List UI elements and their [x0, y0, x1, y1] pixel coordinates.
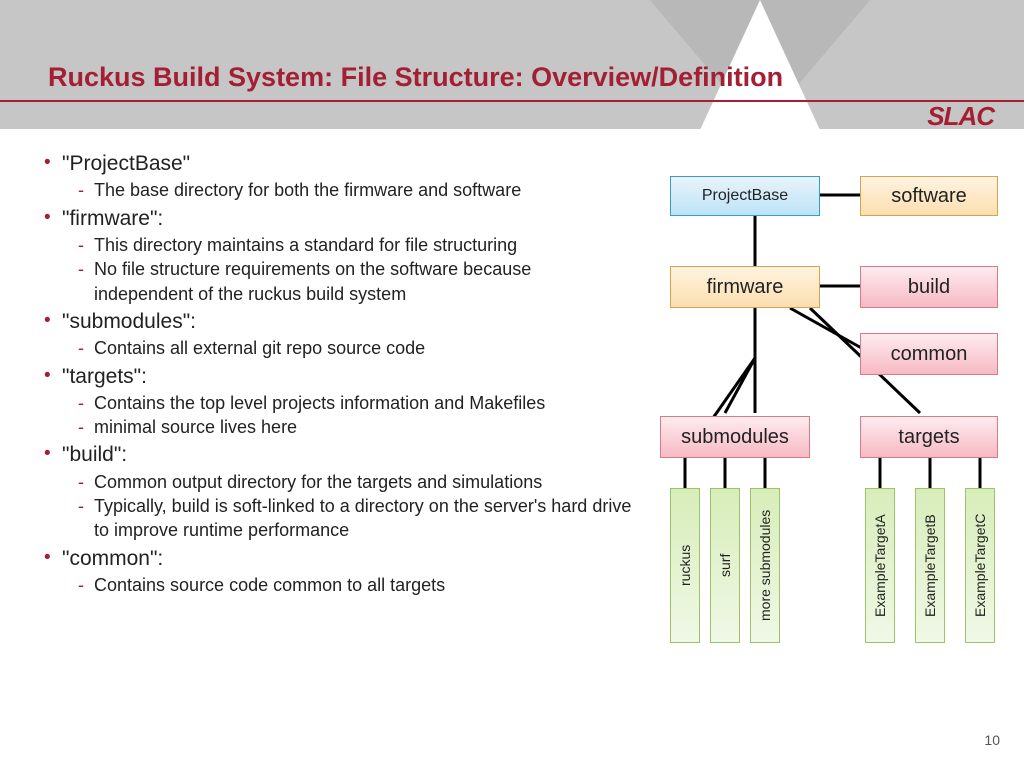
- bullet-term: "common":: [62, 547, 163, 570]
- node-ruckus: ruckus: [670, 488, 700, 643]
- node-targets: targets: [860, 416, 998, 458]
- bullet-item: "submodules": Contains all external git r…: [40, 308, 635, 361]
- bullet-sub: This directory maintains a standard for …: [76, 233, 635, 257]
- bullet-term: "ProjectBase": [62, 152, 190, 175]
- node-example-b: ExampleTargetB: [915, 488, 945, 643]
- node-submodules: submodules: [660, 416, 810, 458]
- file-structure-diagram: ProjectBase software firmware build comm…: [650, 168, 1010, 678]
- node-build: build: [860, 266, 998, 308]
- node-more-submodules: more submodules: [750, 488, 780, 643]
- bullet-sub: No file structure requirements on the so…: [76, 257, 635, 306]
- node-software: software: [860, 176, 998, 216]
- bullet-item: "build": Common output directory for the …: [40, 441, 635, 542]
- bullet-item: "ProjectBase" The base directory for both…: [40, 150, 635, 203]
- slide-title: Ruckus Build System: File Structure: Ove…: [48, 62, 783, 93]
- bullet-item: "targets": Contains the top level project…: [40, 363, 635, 440]
- node-firmware: firmware: [670, 266, 820, 308]
- title-underline: [0, 100, 1024, 102]
- bullet-term: "build":: [62, 443, 127, 466]
- bullet-sub: Typically, build is soft-linked to a dir…: [76, 494, 635, 543]
- bullet-term: "firmware":: [62, 207, 163, 230]
- bullet-sub: Contains all external git repo source co…: [76, 336, 635, 360]
- bullet-sub: Contains source code common to all targe…: [76, 573, 635, 597]
- bullet-content: "ProjectBase" The base directory for both…: [40, 150, 635, 599]
- bullet-sub: minimal source lives here: [76, 415, 635, 439]
- bullet-sub: Common output directory for the targets …: [76, 470, 635, 494]
- page-number: 10: [984, 732, 1000, 748]
- node-surf: surf: [710, 488, 740, 643]
- slac-logo: SLAC: [927, 101, 994, 132]
- bullet-sub: Contains the top level projects informat…: [76, 391, 635, 415]
- node-projectbase: ProjectBase: [670, 176, 820, 216]
- node-example-a: ExampleTargetA: [865, 488, 895, 643]
- bullet-sub: The base directory for both the firmware…: [76, 178, 635, 202]
- bullet-item: "firmware": This directory maintains a st…: [40, 205, 635, 306]
- bullet-term: "submodules":: [62, 310, 196, 333]
- bullet-term: "targets":: [62, 365, 147, 388]
- node-common: common: [860, 333, 998, 375]
- bullet-item: "common": Contains source code common to …: [40, 545, 635, 598]
- node-example-c: ExampleTargetC: [965, 488, 995, 643]
